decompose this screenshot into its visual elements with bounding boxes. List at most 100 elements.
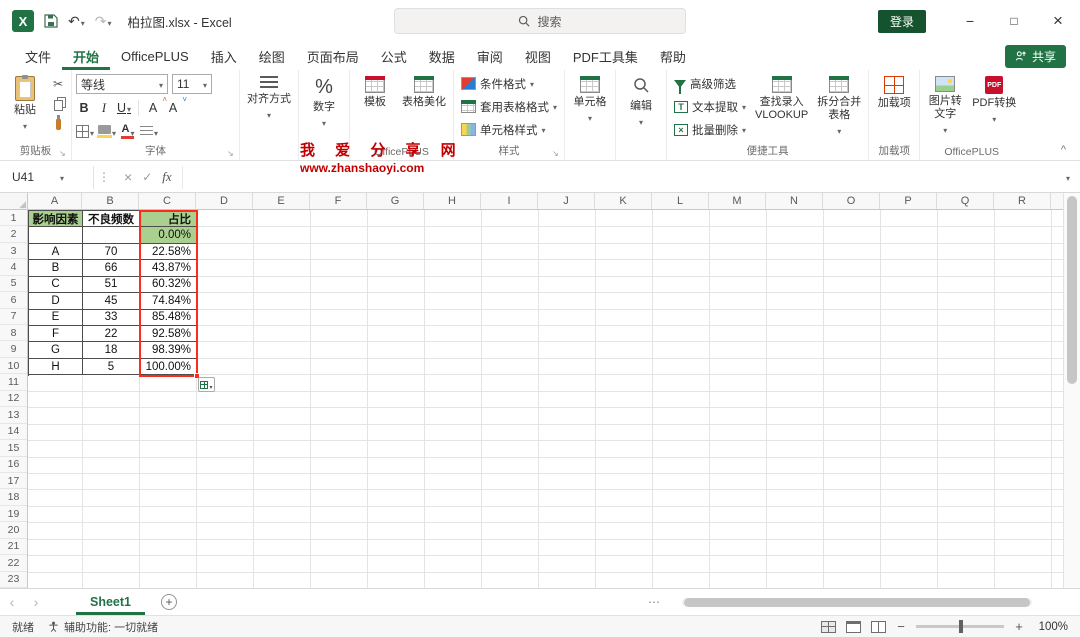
copy-button[interactable] — [49, 96, 67, 112]
cancel-button[interactable] — [124, 169, 132, 185]
cell[interactable]: 92.58% — [140, 326, 197, 343]
batch-delete-dropdown-icon[interactable] — [742, 124, 746, 136]
row-header-5[interactable]: 5 — [0, 276, 27, 293]
format-as-table-dropdown-icon[interactable] — [553, 101, 557, 113]
login-button[interactable]: 登录 — [877, 9, 926, 33]
cell[interactable]: E — [29, 309, 83, 327]
cell[interactable]: 0.00% — [140, 227, 197, 244]
number-collapsed-button[interactable]: % 数字 — [303, 73, 345, 129]
cut-button[interactable] — [49, 76, 67, 92]
name-box[interactable]: U41 — [6, 165, 94, 189]
horizontal-scrollbar[interactable] — [682, 598, 1032, 607]
cell[interactable]: 66 — [83, 260, 140, 277]
expand-formula-bar-icon[interactable] — [1056, 170, 1080, 184]
column-header-R[interactable]: R — [994, 193, 1051, 209]
table-beautify-button[interactable]: 表格美化 — [399, 73, 449, 109]
column-header-O[interactable]: O — [823, 193, 880, 209]
borders-button[interactable] — [76, 123, 94, 141]
row-header-16[interactable]: 16 — [0, 457, 27, 473]
insert-function-button[interactable]: fx — [162, 169, 171, 185]
image-to-text-button[interactable]: 图片转 文字 — [924, 73, 966, 136]
zoom-in-button[interactable]: + — [1014, 619, 1024, 634]
alignment-collapsed-button[interactable]: 对齐方式 — [244, 73, 294, 121]
addins-button[interactable]: 加载项 — [873, 73, 915, 110]
column-header-N[interactable]: N — [766, 193, 823, 209]
underline-dropdown-icon[interactable] — [127, 101, 131, 115]
cell[interactable]: 45 — [83, 293, 140, 310]
paste-button[interactable]: 粘贴 — [4, 73, 46, 132]
underline-button[interactable]: U — [116, 99, 132, 117]
cell[interactable]: H — [29, 358, 83, 376]
phonetic-dropdown-icon[interactable] — [154, 125, 158, 139]
cell[interactable]: G — [29, 342, 83, 359]
row-header-3[interactable]: 3 — [0, 243, 27, 260]
row-header-22[interactable]: 22 — [0, 555, 27, 572]
row-header-1[interactable]: 1 — [0, 210, 27, 227]
format-as-table-button[interactable]: 套用表格格式 — [458, 96, 560, 117]
row-header-2[interactable]: 2 — [0, 226, 27, 243]
fill-options-button[interactable] — [198, 377, 215, 392]
pdf-convert-button[interactable]: PDF PDF转换 — [969, 73, 1019, 125]
pdf-convert-dropdown-icon[interactable] — [992, 113, 996, 125]
cell[interactable]: 18 — [83, 342, 140, 359]
font-name-dropdown-icon[interactable] — [159, 77, 163, 91]
cell-styles-button[interactable]: 单元格样式 — [458, 119, 549, 140]
bold-button[interactable]: B — [76, 99, 92, 117]
column-header-I[interactable]: I — [481, 193, 538, 209]
search-box[interactable]: 搜索 — [394, 8, 686, 34]
column-header-G[interactable]: G — [367, 193, 424, 209]
row-header-23[interactable]: 23 — [0, 572, 27, 588]
row-header-8[interactable]: 8 — [0, 325, 27, 342]
cell[interactable]: 85.48% — [140, 309, 197, 327]
font-size-combobox[interactable]: 11 — [172, 74, 212, 95]
tab-审阅[interactable]: 审阅 — [466, 42, 514, 70]
number-dropdown-icon[interactable] — [322, 117, 326, 129]
add-sheet-button[interactable] — [161, 594, 177, 610]
conditional-formatting-button[interactable]: 条件格式 — [458, 73, 537, 94]
cell[interactable]: 5 — [83, 358, 140, 376]
image-to-text-dropdown-icon[interactable] — [943, 124, 947, 136]
cell[interactable]: A — [29, 243, 83, 261]
fill-color-button[interactable] — [97, 123, 116, 141]
row-header-17[interactable]: 17 — [0, 473, 27, 490]
page-break-view-button[interactable] — [871, 620, 886, 633]
redo-dropdown-icon[interactable] — [107, 13, 111, 29]
styles-dialog-launcher-icon[interactable] — [552, 149, 562, 159]
tab-OfficePLUS[interactable]: OfficePLUS — [110, 42, 200, 70]
select-all-button[interactable] — [0, 193, 28, 210]
zoom-slider-thumb[interactable] — [959, 620, 964, 633]
sheet-tab-sheet1[interactable]: Sheet1 — [76, 589, 145, 615]
fill-color-dropdown-icon[interactable] — [112, 125, 116, 139]
cell[interactable]: 51 — [83, 276, 140, 294]
phonetic-guide-button[interactable] — [140, 123, 158, 141]
previous-sheet-button[interactable] — [0, 594, 24, 610]
maximize-button[interactable] — [992, 0, 1036, 42]
italic-button[interactable]: I — [96, 99, 112, 117]
column-header-P[interactable]: P — [880, 193, 937, 209]
row-header-20[interactable]: 20 — [0, 522, 27, 539]
undo-button[interactable]: ↶ — [68, 13, 85, 30]
formula-input[interactable] — [181, 165, 1056, 189]
redo-button[interactable]: ↷ — [95, 13, 112, 30]
split-merge-dropdown-icon[interactable] — [837, 125, 841, 137]
column-header-J[interactable]: J — [538, 193, 595, 209]
row-header-7[interactable]: 7 — [0, 309, 27, 326]
font-dialog-launcher-icon[interactable] — [227, 149, 237, 159]
row-header-11[interactable]: 11 — [0, 374, 27, 391]
tab-公式[interactable]: 公式 — [370, 42, 418, 70]
tab-PDF工具集[interactable]: PDF工具集 — [562, 42, 649, 70]
column-header-B[interactable]: B — [82, 193, 139, 209]
column-header-K[interactable]: K — [595, 193, 652, 209]
row-header-10[interactable]: 10 — [0, 358, 27, 375]
row-header-9[interactable]: 9 — [0, 341, 27, 358]
share-button[interactable]: 共享 — [1004, 44, 1066, 68]
column-header-A[interactable]: A — [28, 193, 82, 209]
column-header-F[interactable]: F — [310, 193, 367, 209]
row-header-4[interactable]: 4 — [0, 259, 27, 276]
split-merge-button[interactable]: 拆分合并 表格 — [814, 73, 864, 137]
tab-开始[interactable]: 开始 — [62, 42, 110, 70]
accessibility-status[interactable]: 辅助功能: 一切就绪 — [48, 619, 158, 635]
cell[interactable]: C — [29, 276, 83, 294]
row-header-14[interactable]: 14 — [0, 424, 27, 441]
tab-页面布局[interactable]: 页面布局 — [296, 42, 370, 70]
